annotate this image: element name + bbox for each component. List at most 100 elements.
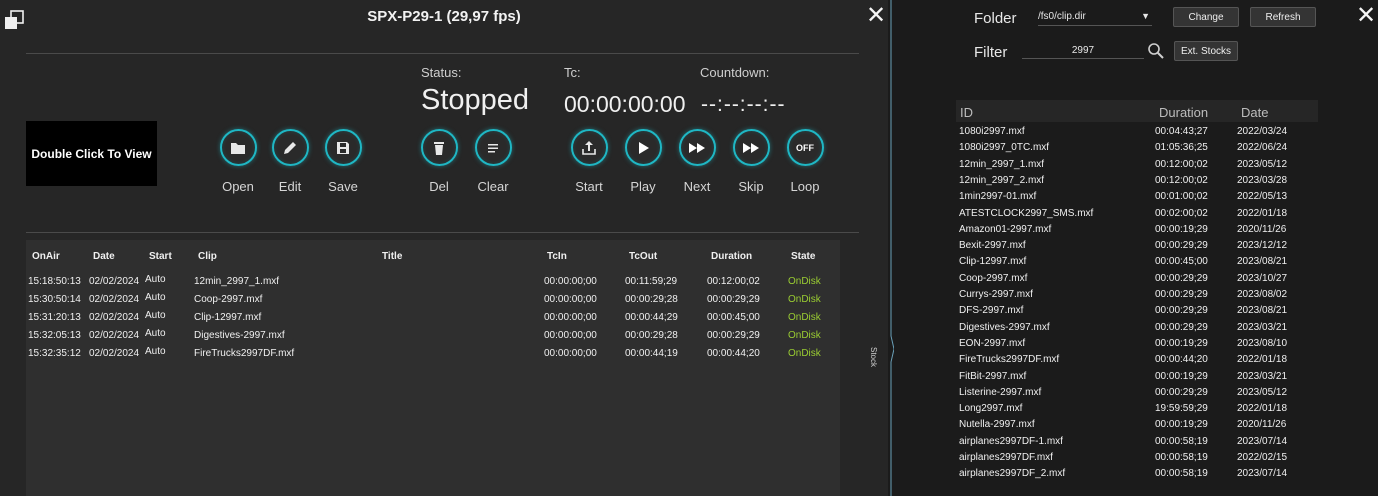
search-icon[interactable] [1147, 42, 1165, 60]
ext-stocks-button[interactable]: Ext. Stocks [1174, 41, 1238, 61]
stock-tab-label[interactable]: Stock [869, 347, 878, 367]
cell-id: airplanes2997DF_2.mxf [959, 468, 1066, 480]
player-title: SPX-P29-1 (29,97 fps) [367, 8, 521, 25]
col-header-onair[interactable]: OnAir [32, 251, 60, 262]
next-button[interactable]: Next [667, 129, 727, 194]
list-item[interactable]: EON-2997.mxf 00:00:19;29 2023/08/10 [956, 337, 1318, 353]
cell-onair: 15:31:20:13 [28, 312, 81, 323]
divider [26, 53, 859, 54]
col-header-clip[interactable]: Clip [198, 251, 217, 262]
cell-date: 2023/08/21 [1237, 256, 1288, 268]
cell-id: Clip-12997.mxf [959, 256, 1027, 268]
clear-label: Clear [477, 179, 509, 194]
cell-date: 2023/08/02 [1237, 289, 1288, 300]
folder-dropdown[interactable]: /fs0/clip.dir ▼ [1038, 8, 1152, 26]
list-item[interactable]: 12min_2997_2.mxf 00:12:00;02 2023/03/28 [956, 174, 1318, 190]
cell-duration: 19:59:59;29 [1155, 403, 1208, 415]
cell-id: 12min_2997_2.mxf [959, 174, 1045, 186]
cell-duration: 00:00:19;29 [1155, 370, 1208, 382]
col-header-duration[interactable]: Duration [711, 251, 752, 262]
list-item[interactable]: FitBit-2997.mxf 00:00:19;29 2023/03/21 [956, 370, 1318, 386]
col-header-tcout[interactable]: TcOut [629, 251, 657, 262]
tc-value: 00:00:00:00 [564, 91, 686, 117]
cell-clip: Digestives-2997.mxf [194, 330, 285, 341]
cell-duration: 00:00:19;29 [1155, 337, 1208, 349]
cell-id: DFS-2997.mxf [959, 305, 1024, 317]
clear-button[interactable]: Clear [463, 129, 523, 194]
list-item[interactable]: Currys-2997.mxf 00:00:29;29 2023/08/02 [956, 288, 1318, 304]
list-item[interactable]: Long2997.mxf 19:59:59;29 2022/01/18 [956, 402, 1318, 418]
list-item[interactable]: airplanes2997DF_2.mxf 00:00:58;19 2023/07/… [956, 467, 1318, 483]
loop-button[interactable]: OFF Loop [775, 129, 835, 194]
cell-id: FitBit-2997.mxf [959, 370, 1027, 382]
list-item[interactable]: Clip-12997.mxf 00:00:45;00 2023/08/21 [956, 255, 1318, 271]
col-header-date[interactable]: Date [1241, 105, 1268, 120]
folder-label: Folder [974, 10, 1017, 27]
preview-window[interactable]: Double Click To View [26, 121, 157, 186]
cell-onair: 15:30:50:14 [28, 294, 81, 305]
play-icon [639, 141, 649, 154]
divider [26, 232, 859, 233]
list-item[interactable]: ATESTCLOCK2997_SMS.mxf 00:02:00;02 2022/01… [956, 207, 1318, 223]
table-row[interactable]: 15:32:35:12 02/02/2024 Auto FireTrucks2997D… [26, 346, 840, 366]
del-label: Del [429, 179, 449, 194]
col-header-id[interactable]: ID [960, 105, 973, 120]
cell-duration: 00:00:29;29 [707, 294, 760, 305]
list-item[interactable]: airplanes2997DF.mxf 00:00:58;19 2022/02/15 [956, 451, 1318, 467]
col-header-title[interactable]: Title [382, 251, 402, 262]
list-item[interactable]: 1080i2997_0TC.mxf 01:05:36;25 2022/06/24 [956, 141, 1318, 157]
close-player-icon[interactable]: ✕ [866, 4, 886, 28]
cell-tcout: 00:00:44;29 [625, 312, 678, 323]
dropdown-arrow-icon: ▼ [1141, 11, 1150, 21]
countdown-label: Countdown: [700, 65, 770, 80]
list-item[interactable]: FireTrucks2997DF.mxf 00:00:44;20 2022/01/1… [956, 353, 1318, 369]
list-item[interactable]: Nutella-2997.mxf 00:00:19;29 2020/11/26 [956, 418, 1318, 434]
status-label: Status: [421, 65, 462, 80]
col-header-date[interactable]: Date [93, 251, 115, 262]
status-value: Stopped [421, 84, 530, 116]
fast-forward-icon [689, 142, 705, 153]
skip-label: Skip [738, 179, 764, 194]
list-item[interactable]: 1080i2997.mxf 00:04:43;27 2022/03/24 [956, 125, 1318, 141]
cell-date: 2023/03/21 [1237, 321, 1288, 333]
list-item[interactable]: DFS-2997.mxf 00:00:29;29 2023/08/21 [956, 304, 1318, 320]
play-button[interactable]: Play [613, 129, 673, 194]
cell-tcin: 00:00:00;00 [544, 294, 597, 305]
list-item[interactable]: Digestives-2997.mxf 00:00:29;29 2023/03/21 [956, 321, 1318, 337]
list-item[interactable]: Bexit-2997.mxf 00:00:29;29 2023/12/12 [956, 239, 1318, 255]
open-button[interactable]: Open [208, 129, 268, 194]
cell-date: 2022/06/24 [1237, 142, 1288, 154]
cell-id: Amazon01-2997.mxf [959, 223, 1052, 235]
del-button[interactable]: Del [409, 129, 469, 194]
list-item[interactable]: 12min_2997_1.mxf 00:12:00;02 2023/05/12 [956, 158, 1318, 174]
refresh-button[interactable]: Refresh [1250, 7, 1316, 27]
col-header-duration[interactable]: Duration [1159, 105, 1208, 120]
list-item[interactable]: airplanes2997DF-1.mxf 00:00:58;19 2023/07/… [956, 435, 1318, 451]
cell-state: OnDisk [788, 348, 821, 359]
close-stock-icon[interactable]: ✕ [1356, 4, 1376, 28]
cell-duration: 00:00:19;29 [1155, 419, 1208, 431]
filter-input[interactable]: 2997 [1022, 42, 1144, 59]
list-item[interactable]: Listerine-2997.mxf 00:00:29;29 2023/05/12 [956, 386, 1318, 402]
cell-duration: 00:12:00;02 [1155, 174, 1208, 186]
list-item[interactable]: Coop-2997.mxf 00:00:29;29 2023/10/27 [956, 272, 1318, 288]
start-button[interactable]: Start [559, 129, 619, 194]
col-header-state[interactable]: State [791, 251, 815, 262]
cell-tcin: 00:00:00;00 [544, 312, 597, 323]
col-header-start[interactable]: Start [149, 251, 172, 262]
edit-button[interactable]: Edit [260, 129, 320, 194]
pencil-icon [284, 141, 296, 154]
skip-button[interactable]: Skip [721, 129, 781, 194]
cell-id: airplanes2997DF-1.mxf [959, 435, 1063, 447]
cell-id: 1080i2997_0TC.mxf [959, 142, 1050, 154]
change-button[interactable]: Change [1173, 7, 1239, 27]
list-item[interactable]: Amazon01-2997.mxf 00:00:19;29 2020/11/26 [956, 223, 1318, 239]
tc-label: Tc: [564, 65, 581, 80]
save-button[interactable]: Save [313, 129, 373, 194]
player-panel: SPX-P29-1 (29,97 fps) ✕ Double Click To … [0, 0, 888, 496]
col-header-tcin[interactable]: TcIn [547, 251, 567, 262]
stock-table-header: ID Duration Date [956, 100, 1318, 122]
cell-id: airplanes2997DF.mxf [959, 452, 1053, 463]
list-item[interactable]: 1min2997-01.mxf 00:01:00;02 2022/05/13 [956, 190, 1318, 206]
cell-tcout: 00:00:44;19 [625, 348, 678, 359]
